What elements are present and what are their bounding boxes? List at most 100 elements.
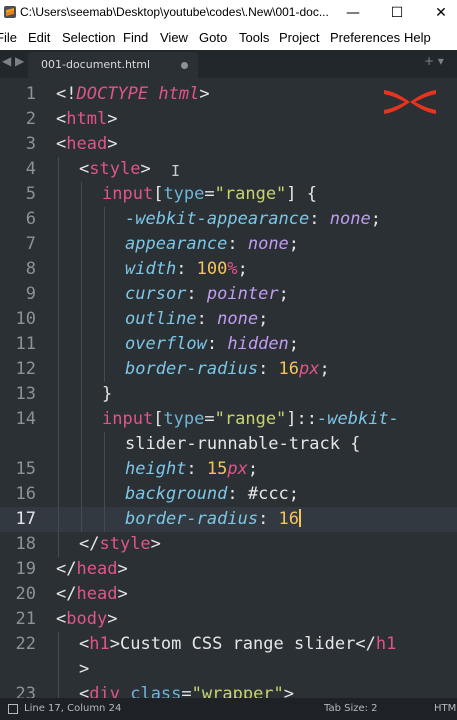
menu-goto[interactable]: Goto [199,30,227,45]
code-text: background: #ccc; [125,482,299,507]
maximize-button[interactable]: ☐ [380,0,414,26]
line-number: 8 [25,259,36,279]
indent-guide [104,332,105,357]
code-token: type [163,184,205,204]
indent-guide [81,482,82,507]
code-line[interactable]: 18 </style> [0,532,457,557]
menu-help[interactable]: Help [404,30,431,45]
code-line[interactable]: > [0,657,457,682]
code-token: slider-runnable-track [125,434,340,454]
menu-bar: File Edit Selection Find View Goto Tools… [0,26,457,50]
menu-view[interactable]: View [160,30,188,45]
tab-nav-arrows[interactable]: ◀ ▶ [2,54,24,68]
code-token: 15 [206,459,228,479]
panel-toggle-icon[interactable] [8,704,18,714]
minimize-button[interactable]: — [336,0,370,26]
tab-size[interactable]: Tab Size: 2 [324,703,378,714]
indent-guide [104,432,105,457]
code-token: ; [237,259,248,279]
code-text: slider-runnable-track { [125,432,360,457]
code-line[interactable]: 19 </head> [0,557,457,582]
code-token: ; [370,209,381,229]
code-token: < [79,634,90,654]
code-line[interactable]: 14 input[type="range"]::-webkit- [0,407,457,432]
code-token: > [107,109,118,129]
code-line[interactable]: 11 overflow: hidden; [0,332,457,357]
menu-file[interactable]: File [0,30,17,45]
menu-find[interactable]: Find [123,30,148,45]
indent-guide [58,457,59,482]
code-line[interactable]: 5 input[type="range"] { [0,182,457,207]
code-line[interactable]: 3 <head> [0,132,457,157]
menu-project[interactable]: Project [279,30,319,45]
cursor-position[interactable]: Line 17, Column 24 [24,703,121,714]
code-token: html [66,109,108,129]
code-token: ; [288,334,300,354]
code-token: > [150,534,161,554]
code-text: <h1>Custom CSS range slider</h1 [79,632,396,657]
code-token: } [102,384,113,404]
code-text: -webkit-appearance: none; [125,207,381,232]
code-token: { [339,434,361,454]
code-line[interactable]: 20 </head> [0,582,457,607]
indent-guide [58,657,59,682]
code-line[interactable]: 15 height: 15px; [0,457,457,482]
code-token: cursor [125,284,187,304]
indent-guide [81,307,82,332]
code-line[interactable]: 10 outline: none; [0,307,457,332]
code-line[interactable]: 23 <div class="wrapper"> [0,682,457,698]
line-number: 7 [25,234,36,254]
code-token: "wrapper" [191,684,284,698]
syntax-mode[interactable]: HTM [434,703,456,714]
code-line[interactable]: 4 <style> [0,157,457,182]
code-token: ; [247,459,259,479]
line-number: 11 [15,334,36,354]
code-token: hidden [227,334,289,354]
code-line[interactable]: slider-runnable-track { [0,432,457,457]
code-line[interactable]: 22 <h1>Custom CSS range slider</h1 [0,632,457,657]
code-line[interactable]: 21 <body> [0,607,457,632]
code-token: : [227,234,248,254]
code-text: height: 15px; [125,457,258,482]
code-token: % [227,259,238,279]
line-number: 9 [25,284,36,304]
menu-tools[interactable]: Tools [239,30,269,45]
indent-guide [81,282,82,307]
indent-guide [58,332,59,357]
line-number: 1 [25,84,36,104]
code-token: ; [288,484,300,504]
code-token: head [66,134,108,154]
menu-edit[interactable]: Edit [28,30,50,45]
menu-preferences[interactable]: Preferences [330,30,400,45]
code-token: DOCTYPE html [76,84,200,104]
code-line[interactable]: 13} [0,382,457,407]
indent-guide [58,507,59,532]
code-line[interactable]: 16 background: #ccc; [0,482,457,507]
code-token: </ [56,584,77,604]
brand-x-logo [384,90,436,114]
indent-guide [58,232,59,257]
unsaved-dot-icon[interactable] [181,62,188,69]
menu-selection[interactable]: Selection [62,30,115,45]
tab-new-menu[interactable]: + ▾ [424,54,444,68]
code-token: : [186,284,207,304]
code-line[interactable]: 6 -webkit-appearance: none; [0,207,457,232]
code-line[interactable]: 17 border-radius: 16 [0,507,457,532]
code-line[interactable]: 12 border-radius: 16px; [0,357,457,382]
code-token: > [107,134,118,154]
close-button[interactable]: ✕ [424,0,457,26]
line-number: 20 [15,584,36,604]
code-line[interactable]: 9 cursor: pointer; [0,282,457,307]
code-token: [ [153,184,164,204]
indent-guide [58,682,59,698]
code-editor[interactable]: 1 <!DOCTYPE html> 2 <html> 3 <head> 4 <style> 5 i… [0,78,457,698]
code-token: overflow [125,334,207,354]
code-line[interactable]: 8 width: 100%; [0,257,457,282]
code-text: </head> [56,582,128,607]
line-number: 22 [15,634,36,654]
code-token: > [79,659,90,679]
tab-001-document[interactable]: 001-document.html [28,52,198,78]
code-line[interactable]: 7 appearance: none; [0,232,457,257]
line-number: 23 [15,684,36,698]
code-token: </ [79,534,100,554]
